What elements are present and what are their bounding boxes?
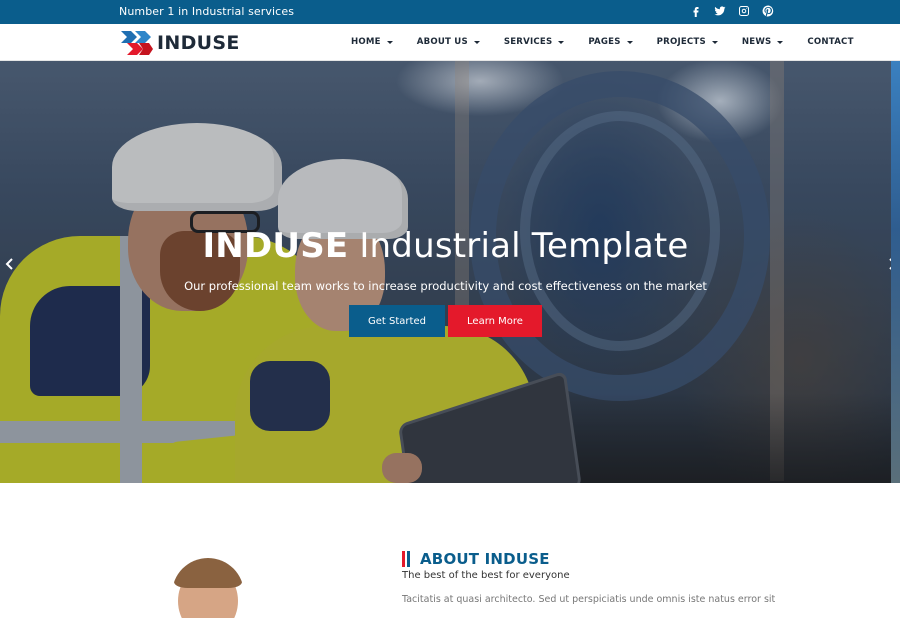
about-heading: ABOUT INDUSE — [402, 550, 550, 568]
hero-title-text: Industrial Template — [348, 226, 689, 266]
nav-item-label: ABOUT US — [416, 37, 468, 47]
caret-down-icon — [626, 40, 633, 44]
top-bar-tagline: Number 1 in Industrial services — [119, 5, 295, 18]
about-tagline: The best of the best for everyone — [402, 570, 570, 581]
chevron-left-icon[interactable] — [2, 256, 16, 272]
learn-more-button[interactable]: Learn More — [448, 305, 542, 337]
caret-down-icon — [473, 40, 480, 44]
nav-item-about-us[interactable]: ABOUT US — [417, 37, 480, 47]
heading-accent-icon — [402, 551, 410, 567]
top-bar: Number 1 in Industrial services — [0, 0, 900, 24]
twitter-icon[interactable] — [714, 4, 726, 18]
next-slide-peek — [891, 61, 900, 483]
hero-content: INDUSE Industrial Template Our professio… — [0, 61, 891, 483]
nav-item-home[interactable]: HOME — [351, 37, 393, 47]
main-menu: HOME ABOUT US SERVICES PAGES PROJECTS NE… — [351, 24, 854, 60]
instagram-icon[interactable] — [738, 4, 750, 18]
nav-item-pages[interactable]: PAGES — [588, 37, 633, 47]
about-title: ABOUT INDUSE — [420, 550, 550, 568]
about-section: ABOUT INDUSE The best of the best for ev… — [0, 483, 900, 618]
hero-title-brand: INDUSE — [202, 226, 349, 266]
nav-item-services[interactable]: SERVICES — [504, 37, 565, 47]
pinterest-icon[interactable] — [762, 4, 774, 18]
logo-mark-icon — [121, 31, 153, 55]
caret-down-icon — [386, 40, 393, 44]
brand-name: INDUSE — [157, 31, 240, 54]
caret-down-icon — [558, 40, 565, 44]
hero-subtitle: Our professional team works to increase … — [184, 279, 707, 293]
caret-down-icon — [711, 40, 718, 44]
hero-slider: INDUSE Industrial Template Our professio… — [0, 61, 891, 483]
about-person-photo — [172, 558, 244, 618]
facebook-icon[interactable] — [690, 4, 702, 18]
get-started-button[interactable]: Get Started — [349, 305, 445, 337]
caret-down-icon — [777, 40, 784, 44]
hero-title: INDUSE Industrial Template — [0, 226, 891, 266]
person-hair — [174, 558, 242, 588]
nav-item-label: HOME — [351, 37, 381, 47]
nav-item-news[interactable]: NEWS — [742, 37, 784, 47]
nav-item-label: PROJECTS — [656, 37, 706, 47]
main-navbar: INDUSE HOME ABOUT US SERVICES PAGES PROJ… — [0, 24, 900, 61]
nav-item-label: CONTACT — [807, 37, 854, 47]
brand-logo[interactable]: INDUSE — [121, 29, 240, 56]
nav-item-label: SERVICES — [503, 37, 553, 47]
nav-item-contact[interactable]: CONTACT — [807, 37, 853, 47]
social-links — [690, 4, 774, 18]
nav-item-label: NEWS — [741, 37, 772, 47]
nav-item-label: PAGES — [588, 37, 621, 47]
nav-item-projects[interactable]: PROJECTS — [657, 37, 718, 47]
